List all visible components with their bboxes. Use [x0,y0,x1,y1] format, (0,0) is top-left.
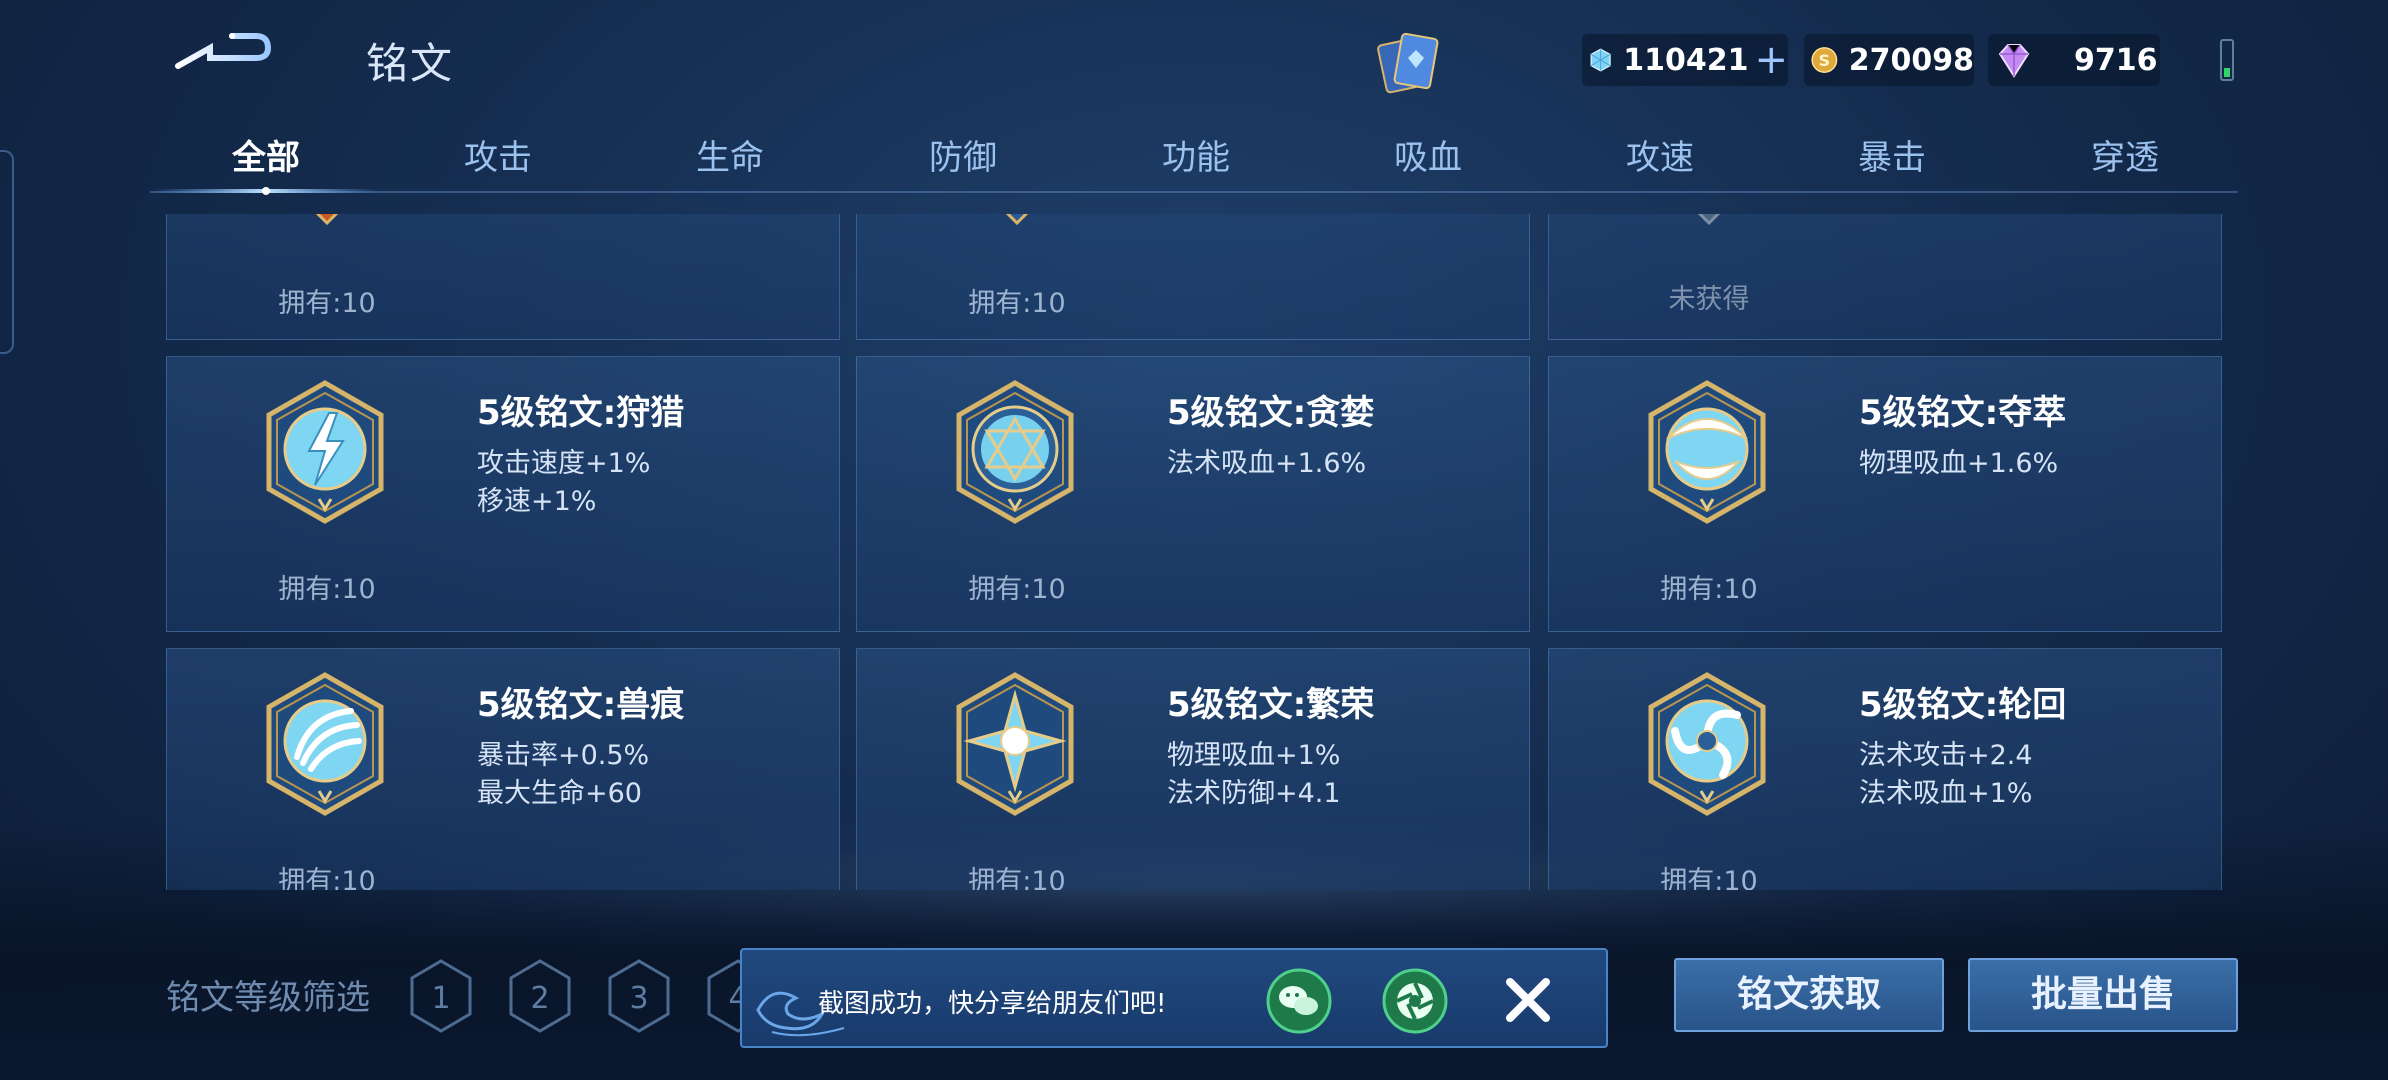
diamond-currency: 9716 [1988,34,2160,86]
prosperity-rune-icon [956,672,1074,816]
rune-name: 5级铭文:繁荣 [1167,685,1375,725]
crystal-amount: 110421 [1623,42,1749,78]
level-filter-3-label: 3 [629,981,648,1016]
level-filter-2[interactable]: 2 [507,958,573,1034]
obtain-runes-button[interactable]: 铭文获取 [1674,958,1944,1032]
rune-attribute: 法术吸血+1.6% [1167,448,1367,479]
rune-card[interactable]: 5级铭文:狩猎 攻击速度+1% 移速+1% 拥有:10 [166,356,840,632]
rune-owned-count: 拥有:10 [278,574,376,605]
rune-card[interactable]: 5级铭文:繁荣 物理吸血+1% 法术防御+4.1 拥有:10 [856,648,1530,890]
rune-owned-count: 拥有:10 [278,866,376,890]
rune-card[interactable]: 5级铭文:贪婪 法术吸血+1.6% 拥有:10 [856,356,1530,632]
reincarnation-rune-icon [1648,672,1766,816]
tab-health[interactable]: 生命 [650,130,810,179]
level-filter-1-label: 1 [431,981,450,1016]
rune-owned-count: 拥有:10 [1660,866,1758,890]
wechat-share-icon[interactable] [1266,968,1332,1034]
rune-card[interactable]: 未获得 [1548,214,2222,340]
tab-attack-speed[interactable]: 攻速 [1580,130,1740,179]
rune-card[interactable]: 5级铭文:兽痕 暴击率+0.5% 最大生命+60 拥有:10 [166,648,840,890]
crystal-currency: 110421 + [1582,34,1788,86]
page-title: 铭文 [366,39,455,88]
rune-attribute: 法术吸血+1% [1859,778,2033,809]
rune-name: 5级铭文:轮回 [1859,685,2067,725]
tab-lifesteal[interactable]: 吸血 [1348,130,1508,179]
rune-level-filter-label: 铭文等级筛选 [166,978,370,1018]
level-filter-1[interactable]: 1 [408,958,474,1034]
rune-owned-count: 拥有:10 [968,574,1066,605]
side-drawer-handle[interactable] [0,150,14,354]
tab-defense[interactable]: 防御 [883,130,1043,179]
rune-list: 拥有:10 拥有:10 未获得 5级铭文:狩猎 攻击速度+1% 移速+1% 拥有… [166,214,2222,890]
rune-owned-count: 拥有:10 [1660,574,1758,605]
level-filter-3[interactable]: 3 [606,958,672,1034]
tab-critical[interactable]: 暴击 [1812,130,1972,179]
rune-attribute: 攻击速度+1% [477,448,651,479]
screenshot-share-toast: 截图成功，快分享给朋友们吧! [740,948,1608,1048]
rune-owned-count: 拥有:10 [278,288,376,319]
back-arrow-icon[interactable] [170,26,280,86]
rune-attribute: 暴击率+0.5% [477,740,650,771]
rune-owned-count: 拥有:10 [968,866,1066,890]
add-crystal-button[interactable]: + [1754,40,1788,80]
rune-owned-status: 未获得 [1668,284,1750,315]
rune-category-tabs: 全部 攻击 生命 防御 功能 吸血 攻速 暴击 穿透 [150,130,2236,180]
rune-attribute: 法术攻击+2.4 [1859,740,2033,771]
rune-name: 5级铭文:夺萃 [1859,393,2067,433]
hunt-rune-icon [266,380,384,524]
rune-name: 5级铭文:狩猎 [477,393,685,433]
tab-all[interactable]: 全部 [186,130,346,179]
rune-card[interactable]: 5级铭文:夺萃 物理吸血+1.6% 拥有:10 [1548,356,2222,632]
level-filter-2-label: 2 [530,981,549,1016]
battery-icon [2220,39,2234,81]
tabs-divider [150,191,2238,193]
active-tab-indicator [152,187,380,195]
diamond-amount: 9716 [2074,42,2158,78]
toast-message: 截图成功，快分享给朋友们吧! [818,989,1167,1019]
tab-attack[interactable]: 攻击 [418,130,578,179]
bulk-sell-button[interactable]: 批量出售 [1968,958,2238,1032]
gold-amount: 270098 [1848,42,1974,78]
rune-card-pack-icon[interactable] [1372,28,1448,100]
rune-attribute: 最大生命+60 [477,778,642,809]
rune-card[interactable]: 5级铭文:轮回 法术攻击+2.4 法术吸血+1% 拥有:10 [1548,648,2222,890]
moments-share-icon[interactable] [1382,968,1448,1034]
crystal-icon [1590,48,1611,72]
rune-badge-tip-icon [315,214,339,225]
rune-badge-tip-icon [1697,214,1721,225]
rune-badge-tip-icon [1005,214,1029,225]
rune-card[interactable]: 拥有:10 [166,214,840,340]
rune-attribute: 物理吸血+1.6% [1859,448,2059,479]
diamond-icon [1998,44,2030,78]
beast-mark-rune-icon [266,672,384,816]
extract-rune-icon [1648,380,1766,524]
tab-penetration[interactable]: 穿透 [2045,130,2205,179]
greed-rune-icon [956,380,1074,524]
rune-card[interactable]: 拥有:10 [856,214,1530,340]
svg-text:S: S [1819,51,1830,70]
rune-name: 5级铭文:贪婪 [1167,393,1375,433]
rune-attribute: 移速+1% [477,486,597,517]
rune-name: 5级铭文:兽痕 [477,685,685,725]
close-icon[interactable] [1500,972,1556,1028]
gold-currency: S 270098 [1804,34,1974,86]
rune-attribute: 法术防御+4.1 [1167,778,1341,809]
tab-utility[interactable]: 功能 [1116,130,1276,179]
rune-attribute: 物理吸血+1% [1167,740,1341,771]
gold-coin-icon: S [1811,47,1838,73]
rune-owned-count: 拥有:10 [968,288,1066,319]
